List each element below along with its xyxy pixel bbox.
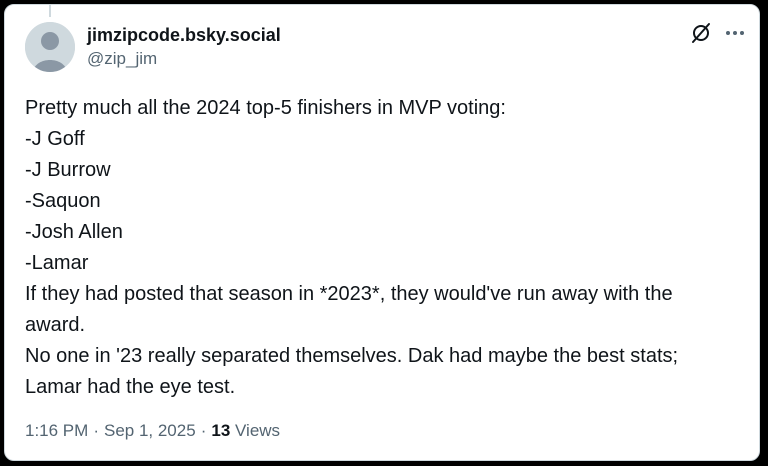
post-text-line: -J Burrow	[25, 159, 111, 181]
post-text-line: -Saquon	[25, 190, 101, 212]
post-time[interactable]: 1:16 PM	[25, 421, 88, 440]
post-text-line: -Lamar	[25, 252, 89, 274]
meta-separator: ·	[200, 421, 207, 440]
default-avatar-icon	[25, 22, 75, 72]
avatar[interactable]	[25, 22, 75, 72]
post-date[interactable]: Sep 1, 2025	[104, 421, 196, 440]
author-info: jimzipcode.bsky.social @zip_jim	[87, 23, 281, 71]
grok-icon[interactable]	[689, 21, 713, 45]
post-text-line: Lamar had the eye test.	[25, 376, 236, 398]
post-text-line: If they had posted that season in *2023*…	[25, 283, 673, 305]
post-text-line: -Josh Allen	[25, 221, 123, 243]
post-header-actions	[689, 21, 747, 45]
post-card: jimzipcode.bsky.social @zip_jim Pretty m…	[4, 4, 760, 461]
views-count[interactable]: 13	[211, 421, 230, 440]
post-text-line: award.	[25, 314, 86, 336]
post-text-line: Pretty much all the 2024 top-5 finishers…	[25, 97, 506, 119]
author-display-name[interactable]: jimzipcode.bsky.social	[87, 23, 281, 47]
author-handle[interactable]: @zip_jim	[87, 47, 281, 71]
post-text: Pretty much all the 2024 top-5 finishers…	[25, 93, 745, 403]
post-meta: 1:16 PM · Sep 1, 2025 · 13 Views	[25, 419, 280, 443]
meta-separator: ·	[93, 421, 99, 440]
thread-connector-line	[49, 5, 51, 17]
post-text-line: No one in '23 really separated themselve…	[25, 345, 679, 367]
views-label: Views	[235, 421, 281, 440]
post-text-line: -J Goff	[25, 128, 85, 150]
more-options-icon[interactable]	[723, 21, 747, 45]
